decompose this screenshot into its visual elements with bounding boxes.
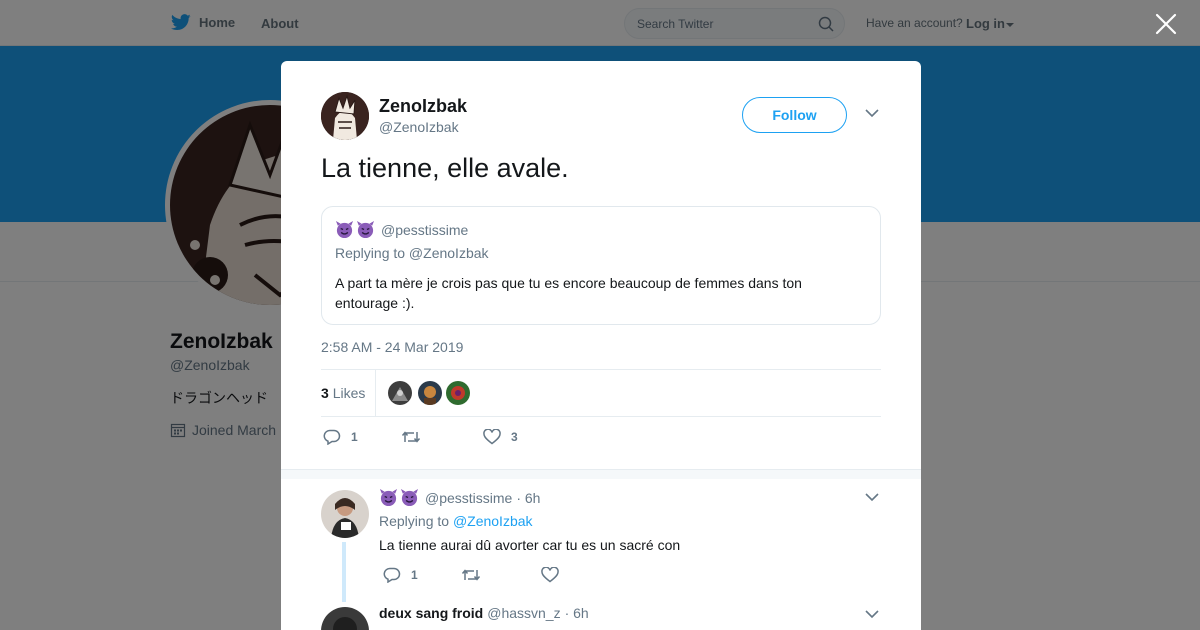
reply-replying-handle[interactable]: @ZenoIzbak	[453, 513, 533, 529]
close-icon[interactable]	[1154, 12, 1178, 36]
heart-icon	[483, 429, 501, 445]
chevron-down-icon[interactable]	[865, 492, 879, 502]
follow-button[interactable]: Follow	[742, 97, 847, 133]
tweet-stats: 3 Likes	[321, 369, 881, 417]
retweet-action[interactable]	[461, 567, 491, 583]
devil-emoji-icon	[335, 220, 354, 239]
devil-emoji-icon	[400, 488, 419, 507]
liker-avatar[interactable]	[446, 381, 470, 405]
retweet-icon	[401, 431, 421, 443]
likes-stat[interactable]: 3 Likes	[321, 385, 365, 401]
reply-header: deux sang froid @hassvn_z · 6h	[379, 605, 589, 621]
reply-icon	[383, 567, 401, 583]
chevron-down-icon[interactable]	[865, 108, 879, 118]
like-count: 3	[511, 430, 518, 444]
heart-icon	[541, 567, 559, 583]
reply-avatar[interactable]	[321, 490, 369, 538]
reply-time[interactable]: · 6h	[516, 490, 540, 506]
reply-text: La tienne aurai dû avorter car tu es un …	[379, 537, 681, 553]
reply-handle[interactable]: @hassvn_z	[487, 605, 560, 621]
thread-line	[342, 542, 346, 602]
reply-header: @pesstissime · 6h	[379, 488, 540, 507]
replies-separator	[281, 469, 921, 479]
liker-avatar[interactable]	[418, 381, 442, 405]
likes-count: 3	[321, 385, 329, 401]
liker-avatar[interactable]	[388, 381, 412, 405]
reply-icon	[323, 429, 341, 445]
reply-actions: 1	[383, 567, 783, 587]
quoted-tweet[interactable]: @pesstissime Replying to @ZenoIzbak A pa…	[321, 206, 881, 325]
reply-replying-to: Replying to @ZenoIzbak	[379, 513, 533, 529]
reply-count: 1	[351, 430, 358, 444]
author-avatar[interactable]	[321, 92, 369, 140]
devil-emoji-icon	[356, 220, 375, 239]
quoted-tweet-header: @pesstissime	[335, 220, 468, 239]
likes-label: Likes	[332, 385, 366, 401]
quoted-tweet-text: A part ta mère je crois pas que tu es en…	[335, 275, 802, 311]
reply-action[interactable]: 1	[323, 429, 358, 445]
devil-emoji-icon	[379, 488, 398, 507]
reply-avatar[interactable]	[321, 607, 369, 630]
retweet-icon	[461, 569, 481, 581]
reply-replying-prefix: Replying to	[379, 513, 453, 529]
reply-name[interactable]: deux sang froid	[379, 605, 483, 621]
tweet-text: La tienne, elle avale.	[321, 153, 569, 183]
tweet-actions: 1 3	[323, 429, 723, 449]
like-action[interactable]: 3	[483, 429, 518, 445]
tweet-modal: ZenoIzbak @ZenoIzbak Follow La tienne, e…	[281, 61, 921, 630]
chevron-down-icon[interactable]	[865, 609, 879, 619]
author-handle[interactable]: @ZenoIzbak	[379, 119, 459, 135]
author-name[interactable]: ZenoIzbak	[379, 96, 467, 117]
stats-divider	[375, 370, 376, 416]
like-action[interactable]	[541, 567, 569, 583]
reply-handle[interactable]: @pesstissime	[425, 490, 512, 506]
reply-time[interactable]: · 6h	[565, 605, 589, 621]
quoted-tweet-replying-to: Replying to @ZenoIzbak	[335, 245, 489, 261]
reply-count: 1	[411, 568, 418, 582]
quoted-tweet-handle: @pesstissime	[381, 221, 469, 238]
reply-action[interactable]: 1	[383, 567, 418, 583]
retweet-action[interactable]	[401, 429, 431, 445]
tweet-timestamp: 2:58 AM - 24 Mar 2019	[321, 339, 464, 355]
